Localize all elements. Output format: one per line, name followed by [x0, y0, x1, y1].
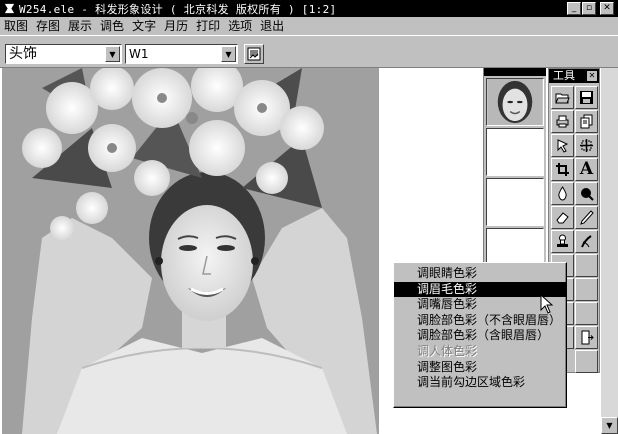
- style-select[interactable]: W1 ▼: [125, 44, 238, 64]
- thumbnail-panel-header: [484, 68, 546, 76]
- menu-calendar[interactable]: 月历: [160, 18, 192, 34]
- text-tool[interactable]: A: [575, 158, 598, 181]
- stamp-icon: [557, 234, 568, 247]
- menu-save-image[interactable]: 存图: [32, 18, 64, 34]
- menu-face-color-incl[interactable]: 调脸部色彩（含眼眉唇）: [394, 328, 566, 344]
- print-icon: [556, 115, 569, 128]
- preview-button[interactable]: [244, 44, 264, 64]
- brush-dot-tool[interactable]: [575, 182, 598, 205]
- crop-tool[interactable]: [551, 158, 574, 181]
- tools-panel-title[interactable]: 工具 ✕: [549, 69, 599, 83]
- menu-outlined-area-color[interactable]: 调当前勾边区域色彩: [394, 375, 566, 391]
- tools-panel-title-text: 工具: [553, 69, 575, 82]
- close-button[interactable]: ✕: [600, 2, 614, 15]
- copy-pages-icon: [580, 114, 593, 129]
- close-icon: ✕: [603, 3, 611, 13]
- maximize-icon: ▫: [585, 3, 593, 13]
- menu-whole-image-color[interactable]: 调整图色彩: [394, 360, 566, 376]
- color-context-menu: 调眼睛色彩 调眉毛色彩 调嘴唇色彩 调脸部色彩（不含眼眉唇） 调脸部色彩（含眼眉…: [393, 262, 567, 408]
- print-tool[interactable]: [551, 110, 574, 133]
- thumbnail-slot[interactable]: [486, 178, 544, 226]
- lasso-select-icon: [557, 139, 569, 153]
- stamp-tool[interactable]: [551, 230, 574, 253]
- move-tool[interactable]: [575, 134, 598, 157]
- save-tool[interactable]: [575, 86, 598, 109]
- exit-door-icon: [581, 330, 594, 345]
- chevron-down-icon: ▼: [606, 421, 613, 430]
- menu-show[interactable]: 展示: [64, 18, 96, 34]
- minimize-icon: _: [571, 3, 577, 13]
- brush-dot-icon: [581, 188, 594, 201]
- minimize-button[interactable]: _: [567, 2, 581, 15]
- dropdown-arrow-icon[interactable]: ▼: [105, 46, 120, 62]
- pencil-icon: [580, 210, 594, 225]
- tool-slot-23[interactable]: [575, 350, 598, 373]
- menu-eye-color[interactable]: 调眼睛色彩: [394, 266, 566, 282]
- open-file-icon: [555, 93, 570, 104]
- category-select[interactable]: 头饰 ▼: [5, 44, 122, 64]
- title-bar: W254.ele - 科发形象设计 ( 北京科发 版权所有 ) [1:2] _ …: [0, 0, 618, 17]
- menu-face-color-excl[interactable]: 调脸部色彩（不含眼眉唇）: [394, 313, 566, 329]
- menu-exit[interactable]: 退出: [256, 18, 288, 34]
- smudge-icon: [581, 235, 592, 248]
- app-icon[interactable]: [2, 2, 16, 16]
- menu-print[interactable]: 打印: [192, 18, 224, 34]
- maximize-button[interactable]: ▫: [582, 2, 596, 15]
- photo-canvas[interactable]: [2, 68, 379, 434]
- toolbar: 头饰 ▼ W1 ▼: [0, 35, 618, 68]
- eraser-icon: [556, 212, 569, 224]
- dropdown-arrow-icon[interactable]: ▼: [221, 46, 236, 62]
- thumbnail-slot[interactable]: [486, 78, 544, 126]
- window-title: W254.ele - 科发形象设计 ( 北京科发 版权所有 ) [1:2]: [19, 2, 337, 16]
- close-icon[interactable]: ✕: [587, 71, 597, 81]
- category-select-value: 头饰: [9, 46, 37, 62]
- drop-icon: [558, 186, 567, 201]
- pencil-tool[interactable]: [575, 206, 598, 229]
- tool-slot-18[interactable]: [575, 278, 598, 301]
- image-preview-icon: [247, 47, 261, 61]
- fill-drop-tool[interactable]: [551, 182, 574, 205]
- exit-door-tool[interactable]: [575, 326, 598, 349]
- move-cross-icon: [580, 139, 593, 152]
- save-disk-icon: [580, 91, 593, 104]
- lasso-tool[interactable]: [551, 134, 574, 157]
- menu-text[interactable]: 文字: [128, 18, 160, 34]
- menu-get-image[interactable]: 取图: [0, 18, 32, 34]
- copy-tool[interactable]: [575, 110, 598, 133]
- face-thumbnail: [487, 79, 543, 125]
- eraser-tool[interactable]: [551, 206, 574, 229]
- open-file-tool[interactable]: [551, 86, 574, 109]
- tool-slot-20[interactable]: [575, 302, 598, 325]
- vertical-scrollbar[interactable]: ▼: [601, 68, 618, 434]
- tool-slot-16[interactable]: [575, 254, 598, 277]
- style-select-value: W1: [129, 47, 149, 61]
- scroll-down-button[interactable]: ▼: [601, 417, 618, 434]
- crop-icon: [556, 163, 569, 176]
- menu-body-color: 调人体色彩: [417, 343, 478, 358]
- menu-options[interactable]: 选项: [224, 18, 256, 34]
- bride-photo: [2, 68, 379, 434]
- text-tool-icon: A: [579, 159, 594, 179]
- menu-color[interactable]: 调色: [96, 18, 128, 34]
- thumbnail-slot[interactable]: [486, 128, 544, 176]
- mouse-cursor-icon: [540, 294, 554, 314]
- smudge-tool[interactable]: [575, 230, 598, 253]
- menu-bar: 取图 存图 展示 调色 文字 月历 打印 选项 退出: [0, 17, 618, 35]
